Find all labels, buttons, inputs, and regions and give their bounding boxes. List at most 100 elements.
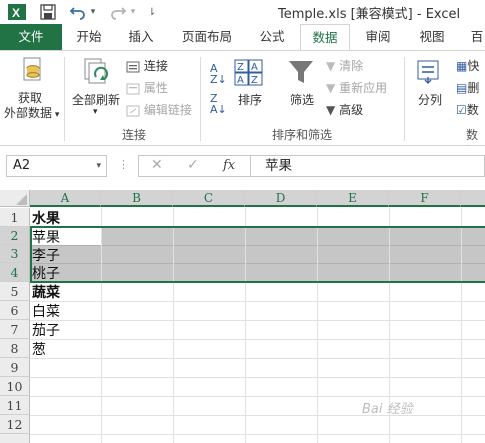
tab-formulas[interactable]: 公式	[250, 24, 294, 50]
reapply-button[interactable]: ▼ 重新应用	[326, 79, 387, 96]
filter-button[interactable]: 筛选	[290, 91, 314, 108]
customize-quick-access-icon[interactable]: ⇂	[146, 2, 158, 22]
sort-icon: ZAAZ	[234, 59, 264, 90]
cell-a5[interactable]: 蔬菜	[32, 282, 60, 302]
row-header-4[interactable]: 4	[0, 263, 30, 282]
sort-descending-icon[interactable]: Z A↓	[210, 93, 227, 115]
row-divider	[30, 396, 485, 397]
column-header-b[interactable]: B	[101, 190, 173, 207]
get-external-data-button[interactable]: 外部数据 ▾	[4, 104, 59, 121]
drag-handle-icon[interactable]: ⋮	[118, 158, 129, 171]
row-header-2[interactable]: 2	[0, 227, 30, 245]
tab-page-layout[interactable]: 页面布局	[172, 24, 242, 50]
tab-insert[interactable]: 插入	[118, 24, 164, 50]
sort-button[interactable]: 排序	[238, 91, 262, 108]
connections-label: 连接	[143, 59, 168, 73]
row-header-11[interactable]: 11	[0, 396, 30, 415]
tab-review[interactable]: 审阅	[356, 24, 400, 50]
remove-duplicates-icon: ▤	[456, 81, 468, 95]
text-to-columns-button[interactable]: 分列	[418, 91, 442, 108]
undo-icon[interactable]	[68, 2, 88, 22]
group-label-connections: 连接	[122, 128, 147, 142]
column-header-c[interactable]: C	[173, 190, 245, 207]
row-header-5[interactable]: 5	[0, 282, 30, 301]
select-all-button[interactable]	[0, 190, 30, 207]
column-header-f[interactable]: F	[389, 190, 461, 207]
cell-a2[interactable]: 苹果	[32, 227, 60, 247]
row-header-9[interactable]: 9	[0, 358, 30, 377]
tab-data[interactable]: 数据	[300, 24, 350, 51]
chevron-down-icon: ▾	[52, 110, 60, 120]
row-header-3[interactable]: 3	[0, 245, 30, 263]
properties-label: 属性	[143, 81, 168, 95]
row-divider	[30, 245, 485, 246]
redo-dropdown-icon[interactable]: ▾	[128, 2, 138, 22]
row-header-12[interactable]: 12	[0, 415, 30, 434]
row-header-6[interactable]: 6	[0, 301, 30, 320]
row-header-1[interactable]: 1	[0, 208, 30, 227]
reapply-icon: ▼	[326, 81, 336, 95]
cell-a3[interactable]: 李子	[32, 245, 60, 265]
separator	[200, 57, 201, 141]
sort-ascending-icon[interactable]: A Z↓	[210, 63, 227, 85]
row-divider	[30, 263, 485, 264]
title-bar: X ▾ ▾ ⇂ Temple.xls [兼容模式] - Excel	[0, 0, 485, 24]
cell-a7[interactable]: 茄子	[32, 320, 60, 340]
svg-text:Z: Z	[251, 75, 258, 86]
column-divider	[101, 208, 102, 443]
text-to-columns-icon	[416, 59, 444, 88]
database-icon	[22, 57, 44, 88]
row-header-13[interactable]	[0, 434, 30, 443]
remove-duplicates-button[interactable]: ▤删	[456, 79, 479, 96]
tab-truncated[interactable]: 百	[466, 24, 485, 50]
undo-dropdown-icon[interactable]: ▾	[88, 2, 98, 22]
svg-text:X: X	[12, 6, 20, 20]
chevron-down-icon[interactable]: ▾	[93, 107, 98, 117]
chevron-down-icon[interactable]: ▾	[96, 156, 101, 176]
cancel-icon[interactable]: ✕	[151, 157, 163, 173]
advanced-filter-button[interactable]: ▼ 高级	[326, 101, 363, 118]
enter-check-icon[interactable]: ✓	[187, 157, 199, 173]
cell-a6[interactable]: 白菜	[32, 301, 60, 321]
column-header-g[interactable]	[461, 190, 485, 207]
formula-input[interactable]: 苹果	[250, 155, 485, 177]
group-label-sort-filter: 排序和筛选	[272, 128, 333, 142]
separator	[404, 57, 405, 141]
insert-function-icon[interactable]: fx	[223, 158, 235, 173]
advanced-label: 高级	[339, 103, 364, 117]
excel-app-icon[interactable]: X	[6, 2, 28, 22]
cell-a8[interactable]: 葱	[32, 339, 46, 359]
column-divider	[461, 208, 462, 443]
clear-button[interactable]: ▼ 清除	[326, 57, 363, 74]
edit-links-button[interactable]: 编辑链接	[126, 101, 192, 118]
refresh-all-button[interactable]: 全部刷新	[72, 91, 120, 108]
row-header-7[interactable]: 7	[0, 320, 30, 339]
row-header-10[interactable]: 10	[0, 377, 30, 396]
edit-links-label: 编辑链接	[143, 103, 192, 117]
cell-a4[interactable]: 桃子	[32, 263, 60, 283]
cell-a1[interactable]: 水果	[32, 208, 60, 228]
properties-button[interactable]: 属性	[126, 79, 168, 96]
column-header-d[interactable]: D	[245, 190, 317, 207]
name-box[interactable]: A2 ▾	[6, 155, 107, 177]
column-header-a[interactable]: A	[30, 190, 101, 207]
save-icon[interactable]	[38, 2, 58, 22]
connections-button[interactable]: 连接	[126, 57, 168, 74]
column-header-e[interactable]: E	[317, 190, 389, 207]
tab-file[interactable]: 文件	[0, 24, 62, 50]
flash-fill-icon: ▦	[456, 59, 468, 73]
ribbon-tabs: 文件 开始 插入 页面布局 公式 数据 审阅 视图 百	[0, 24, 485, 51]
svg-text:Z: Z	[237, 62, 244, 73]
tab-view[interactable]: 视图	[410, 24, 454, 50]
formula-bar: A2 ▾ ⋮ ✕ ✓ fx 苹果	[0, 146, 485, 188]
ribbon-data: 获取 外部数据 ▾ 全部刷新 ▾ 连接 属性 编辑链接 连接 A Z↓ Z A↓ Z…	[0, 50, 485, 159]
column-divider	[317, 208, 318, 443]
data-validation-button[interactable]: ☑数	[456, 101, 479, 118]
row-divider	[30, 377, 485, 378]
flash-fill-button[interactable]: ▦快	[456, 57, 479, 74]
svg-text:A: A	[251, 62, 258, 73]
row-header-8[interactable]: 8	[0, 339, 30, 358]
tab-home[interactable]: 开始	[66, 24, 112, 50]
filter-icon	[288, 59, 314, 88]
redo-icon[interactable]	[108, 2, 128, 22]
